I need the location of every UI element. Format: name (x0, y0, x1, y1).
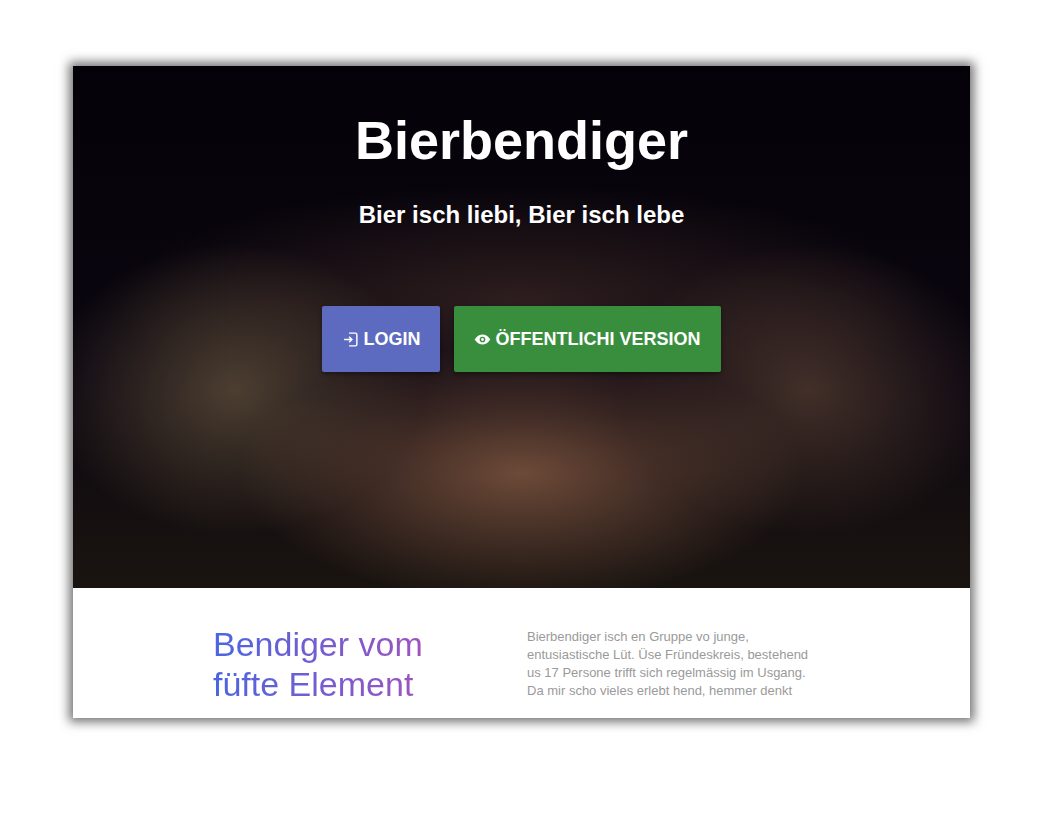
about-paragraph: Bierbendiger isch en Gruppe vo junge,ent… (527, 628, 857, 704)
page: Bierbendiger Bier isch liebi, Bier isch l… (0, 0, 1050, 840)
about-section: Bendiger vomfüfte Element Bierbendiger is… (73, 588, 970, 704)
login-icon (342, 331, 359, 348)
about-heading: Bendiger vomfüfte Element (213, 624, 473, 704)
hero: Bierbendiger Bier isch liebi, Bier isch l… (73, 66, 970, 588)
public-button[interactable]: ÖFFENTLICHI VERSION (454, 306, 720, 372)
site-subtitle: Bier isch liebi, Bier isch lebe (359, 200, 684, 230)
hero-buttons: LOGINÖFFENTLICHI VERSION (322, 306, 720, 372)
website-frame: Bierbendiger Bier isch liebi, Bier isch l… (73, 66, 970, 718)
login-button[interactable]: LOGIN (322, 306, 440, 372)
site-title: Bierbendiger (355, 108, 688, 172)
eye-icon (474, 331, 491, 348)
